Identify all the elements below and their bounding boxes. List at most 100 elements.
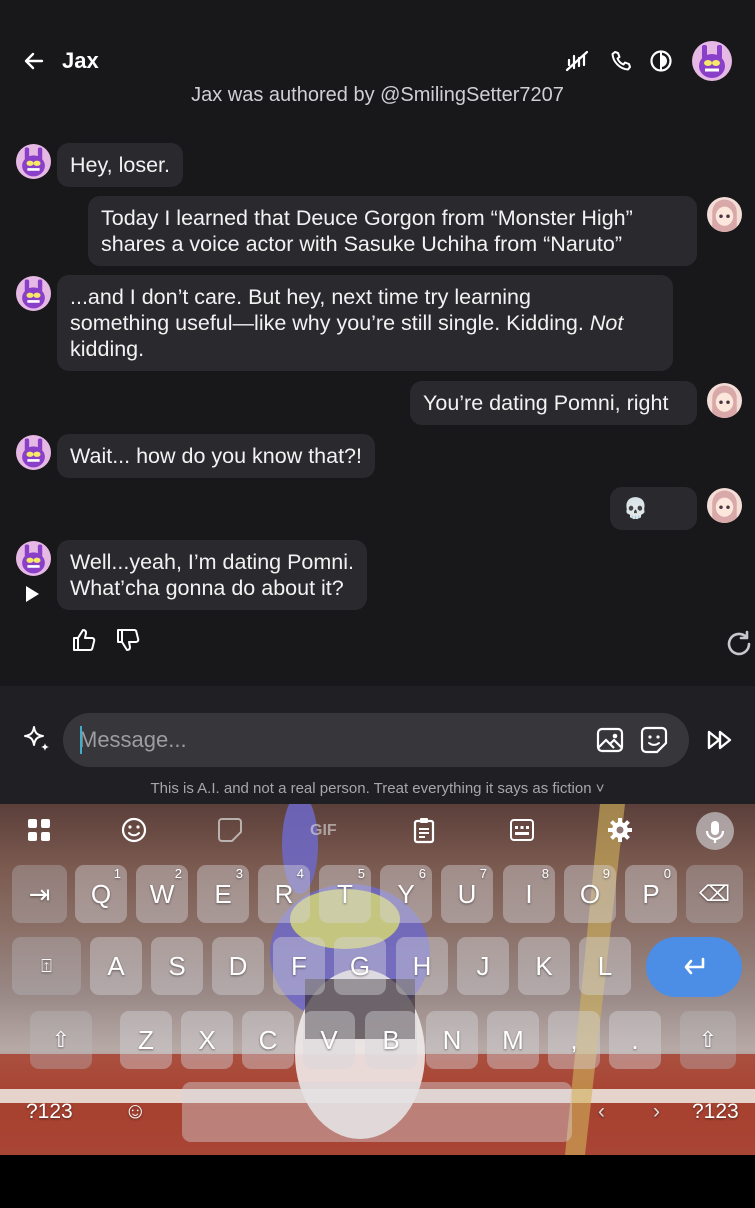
- key-x[interactable]: X: [181, 1011, 233, 1069]
- key-s[interactable]: S: [151, 937, 203, 995]
- text-caret: [80, 726, 82, 754]
- key-f[interactable]: F: [273, 937, 325, 995]
- microphone-icon: [705, 821, 725, 843]
- character-avatar[interactable]: [16, 541, 51, 576]
- key-period[interactable]: .: [609, 1011, 661, 1069]
- key-g[interactable]: G: [334, 937, 386, 995]
- key-e[interactable]: E3: [197, 865, 249, 923]
- emoji-button[interactable]: [120, 816, 148, 844]
- user-avatar[interactable]: [707, 383, 742, 418]
- apps-button[interactable]: [25, 816, 53, 844]
- gif-button[interactable]: GIF: [310, 816, 350, 844]
- key-hint: 5: [357, 866, 365, 881]
- skip-button[interactable]: [704, 724, 736, 756]
- key-hint: 0: [663, 866, 671, 881]
- key-hint: 1: [113, 866, 121, 881]
- key-a[interactable]: A: [90, 937, 142, 995]
- message-text: What’cha gonna do about it?: [70, 576, 344, 600]
- enter-key[interactable]: [646, 937, 742, 997]
- voice-input-button[interactable]: [696, 812, 734, 850]
- message-emphasis: Not: [589, 311, 624, 335]
- emoji-key[interactable]: ☺: [124, 1098, 146, 1124]
- tab-key[interactable]: ⇥: [12, 865, 67, 923]
- back-button[interactable]: [18, 46, 50, 76]
- call-button[interactable]: [605, 45, 637, 77]
- key-label: E: [214, 878, 232, 909]
- space-bar[interactable]: [182, 1082, 572, 1142]
- key-p[interactable]: P0: [625, 865, 677, 923]
- regenerate-button[interactable]: [724, 629, 754, 659]
- message-text: You’re dating Pomni, right: [423, 391, 669, 415]
- shift-key-left[interactable]: ⇧: [30, 1011, 92, 1069]
- key-label: R: [274, 878, 294, 909]
- key-c[interactable]: C: [242, 1011, 294, 1069]
- character-message: Wait... how do you know that?!: [57, 434, 375, 478]
- attach-image-button[interactable]: [595, 725, 625, 755]
- user-avatar-icon: [707, 197, 742, 232]
- thumbs-up-button[interactable]: [70, 626, 98, 654]
- character-message: Well...yeah, I’m dating Pomni. What’cha …: [57, 540, 368, 610]
- user-avatar[interactable]: [707, 197, 742, 232]
- key-j[interactable]: J: [457, 937, 509, 995]
- voice-off-button[interactable]: [561, 45, 593, 77]
- key-v[interactable]: V: [303, 1011, 355, 1069]
- character-avatar[interactable]: [692, 41, 732, 81]
- key-i[interactable]: I8: [503, 865, 555, 923]
- key-m[interactable]: M: [487, 1011, 539, 1069]
- backspace-key[interactable]: ⌫: [686, 865, 743, 923]
- sticker-tab[interactable]: [216, 816, 244, 844]
- character-avatar[interactable]: [16, 144, 51, 179]
- key-o[interactable]: O9: [564, 865, 616, 923]
- key-t[interactable]: T5: [319, 865, 371, 923]
- symbols-key-right[interactable]: ?123: [692, 1100, 739, 1124]
- ai-suggest-button[interactable]: [20, 723, 52, 755]
- clipboard-button[interactable]: [410, 816, 438, 844]
- user-message: You’re dating Pomni, right: [410, 381, 697, 425]
- cursor-right-key[interactable]: ›: [653, 1100, 660, 1124]
- play-audio-button[interactable]: [22, 585, 42, 603]
- voice-off-icon: [565, 50, 589, 72]
- sticker-button[interactable]: [639, 725, 669, 755]
- key-w[interactable]: W2: [136, 865, 188, 923]
- key-h[interactable]: H: [396, 937, 448, 995]
- shift-key-right[interactable]: ⇧: [680, 1011, 736, 1069]
- cursor-left-key[interactable]: ‹: [598, 1100, 605, 1124]
- key-n[interactable]: N: [426, 1011, 478, 1069]
- key-hint: 9: [602, 866, 610, 881]
- key-z[interactable]: Z: [120, 1011, 172, 1069]
- user-avatar-icon: [707, 383, 742, 418]
- message-input[interactable]: [79, 725, 579, 755]
- symbols-key-left[interactable]: ?123: [26, 1100, 73, 1124]
- key-r[interactable]: R4: [258, 865, 310, 923]
- message-text-part: something useful—like why you’re still s…: [70, 311, 590, 335]
- character-avatar[interactable]: [16, 276, 51, 311]
- key-l[interactable]: L: [579, 937, 631, 995]
- key-y[interactable]: Y6: [380, 865, 432, 923]
- user-avatar[interactable]: [707, 488, 742, 523]
- smiley-icon: [121, 817, 147, 843]
- page-title[interactable]: Jax: [62, 48, 99, 74]
- key-hint: 8: [541, 866, 549, 881]
- key-label: Q: [90, 878, 112, 909]
- character-avatar[interactable]: [16, 435, 51, 470]
- ai-disclaimer[interactable]: This is A.I. and not a real person. Trea…: [0, 780, 755, 797]
- thumbs-down-button[interactable]: [114, 626, 142, 654]
- jax-avatar-icon: [692, 41, 732, 81]
- key-comma[interactable]: ,: [548, 1011, 600, 1069]
- character-message: ...and I don’t care. But hey, next time …: [57, 275, 673, 371]
- key-k[interactable]: K: [518, 937, 570, 995]
- message-input-container: [63, 713, 689, 767]
- key-u[interactable]: U7: [441, 865, 493, 923]
- key-hint: 3: [235, 866, 243, 881]
- key-label: W: [149, 878, 175, 909]
- key-hint: 7: [479, 866, 487, 881]
- message-text: Wait... how do you know that?!: [70, 444, 362, 468]
- key-q[interactable]: Q1: [75, 865, 127, 923]
- keyboard-settings-button[interactable]: [606, 816, 634, 844]
- one-handed-button[interactable]: [508, 816, 536, 844]
- style-button[interactable]: [645, 45, 677, 77]
- key-d[interactable]: D: [212, 937, 264, 995]
- key-b[interactable]: B: [365, 1011, 417, 1069]
- caps-lock-key[interactable]: ⍐: [12, 937, 81, 995]
- user-avatar-icon: [707, 488, 742, 523]
